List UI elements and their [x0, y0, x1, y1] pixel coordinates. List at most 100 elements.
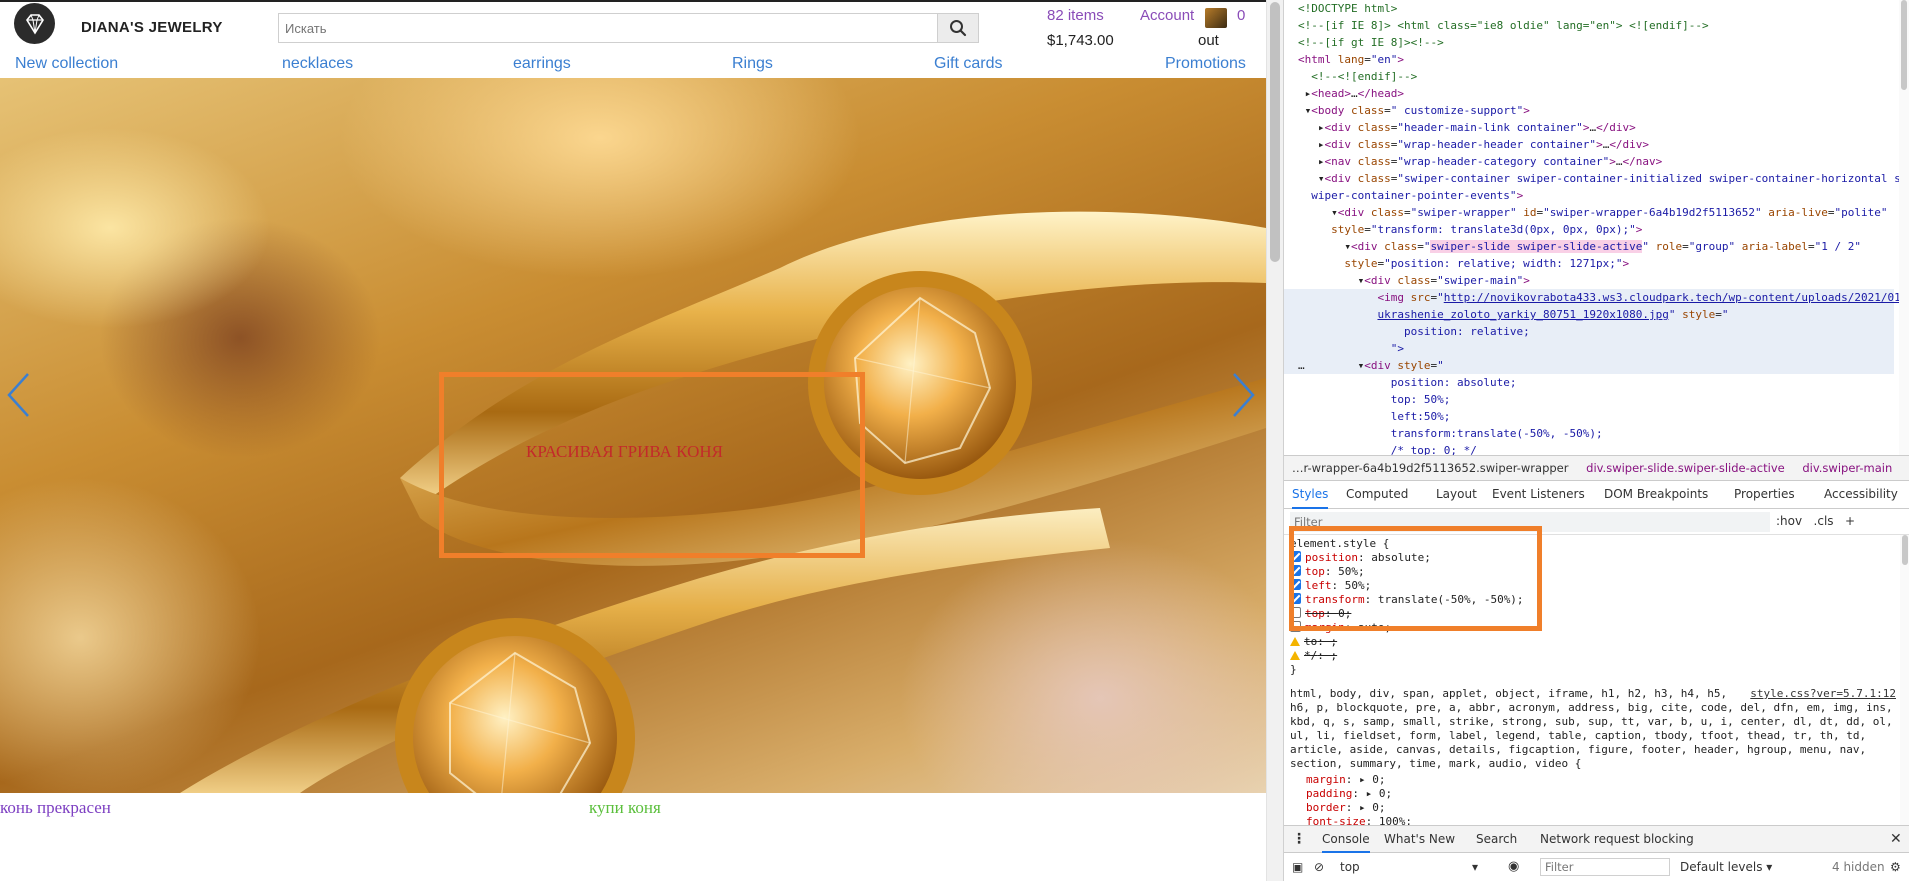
reset-rule-prop[interactable]: border: ▸ 0; — [1306, 801, 1386, 815]
clear-console-icon[interactable]: ⊘ — [1314, 853, 1324, 881]
style-rule-invalid[interactable]: */: ; — [1290, 649, 1337, 663]
hov-toggle[interactable]: :hov — [1776, 514, 1802, 528]
dom-node-line[interactable]: style="position: relative; width: 1271px… — [1284, 255, 1894, 272]
dom-node-line[interactable]: ▸<div class="header-main-link container"… — [1284, 119, 1894, 136]
tab-network-request-blocking[interactable]: Network request blocking — [1540, 826, 1694, 853]
nav-earrings[interactable]: earrings — [513, 55, 571, 73]
styles-scrollbar-thumb[interactable] — [1902, 535, 1908, 565]
avatar[interactable] — [1205, 8, 1227, 28]
dom-node-line[interactable]: ▸<div class="wrap-header-header containe… — [1284, 136, 1894, 153]
dom-node-line[interactable]: transform:translate(-50%, -50%); — [1284, 425, 1894, 442]
gear-icon[interactable]: ⚙ — [1890, 853, 1901, 881]
nav-promotions[interactable]: Promotions — [1165, 55, 1246, 73]
dom-node-line[interactable]: left:50%; — [1284, 408, 1894, 425]
dom-node-line[interactable]: top: 50%; — [1284, 391, 1894, 408]
context-select[interactable]: top ▾ — [1340, 853, 1490, 881]
account-link[interactable]: Account — [1140, 7, 1194, 24]
console-filter-input[interactable]: Filter — [1540, 858, 1670, 876]
dom-node-line[interactable]: <!DOCTYPE html> — [1284, 0, 1894, 17]
search-button[interactable] — [937, 14, 978, 42]
dom-node-line[interactable]: <html lang="en"> — [1284, 51, 1894, 68]
tab-properties[interactable]: Properties — [1734, 481, 1795, 509]
nav-gift-cards[interactable]: Gift cards — [934, 55, 1002, 73]
dom-node-line[interactable]: position: absolute; — [1284, 374, 1894, 391]
dom-node-line[interactable]: ▾<div class="swiper-main"> — [1284, 272, 1894, 289]
dom-node-line[interactable]: <img src="http://novikovrabota433.ws3.cl… — [1284, 289, 1907, 306]
rule-prop[interactable]: font-size — [1306, 815, 1366, 825]
dom-node-line[interactable]: position: relative; — [1284, 323, 1894, 340]
slider-prev-button[interactable] — [6, 372, 32, 423]
rule-value[interactable]: ; — [1331, 649, 1338, 662]
elements-scrollbar-thumb[interactable] — [1901, 0, 1907, 90]
console-toolbar: ▣ ⊘ top ▾ ◉ Filter Default levels ▾ 4 hid… — [1284, 853, 1909, 881]
breadcrumb-item[interactable]: div.swiper-main — [1802, 461, 1892, 475]
rule-prop[interactable]: padding — [1306, 787, 1352, 800]
new-rule-button[interactable]: + — [1845, 514, 1855, 528]
dom-node-line[interactable]: <!--<![endif]--> — [1284, 68, 1894, 85]
rule-prop[interactable]: margin — [1306, 773, 1346, 786]
rule-value[interactable]: ▸ 0; — [1359, 801, 1386, 814]
tab-accessibility[interactable]: Accessibility — [1824, 481, 1898, 509]
dom-node-line[interactable]: "> — [1284, 340, 1894, 357]
rule-prop[interactable]: */ — [1304, 649, 1317, 662]
slide-text-right[interactable]: купи коня — [589, 798, 661, 818]
tab-whats-new[interactable]: What's New — [1384, 826, 1455, 853]
nav-necklaces[interactable]: necklaces — [282, 55, 353, 73]
logout-link[interactable]: out — [1198, 32, 1219, 49]
nav-rings[interactable]: Rings — [732, 55, 773, 73]
dom-node-line[interactable]: ▾<body class=" customize-support"> — [1284, 102, 1894, 119]
dom-node-line[interactable]: wiper-container-pointer-events"> — [1284, 187, 1894, 204]
elements-tree[interactable]: <!DOCTYPE html> <!--[if IE 8]> <html clas… — [1284, 0, 1909, 455]
drawer-menu-icon[interactable]: ⋮ — [1292, 826, 1306, 853]
tab-layout[interactable]: Layout — [1436, 481, 1477, 509]
rule-prop[interactable]: to — [1304, 635, 1317, 648]
dom-node-line[interactable]: … ▾<div style=" — [1284, 357, 1894, 374]
page-scrollbar-thumb[interactable] — [1270, 2, 1280, 262]
sidebar-toggle-icon[interactable]: ▣ — [1292, 853, 1303, 881]
stylesheet-link[interactable]: style.css?ver=5.7.1:12 — [1750, 687, 1896, 700]
rule-value[interactable]: 100%; — [1379, 815, 1412, 825]
search-input[interactable] — [279, 14, 938, 42]
tab-search[interactable]: Search — [1476, 826, 1517, 853]
reset-rule-prop[interactable]: font-size: 100%; — [1306, 815, 1412, 825]
rule-value[interactable]: ▸ 0; — [1359, 773, 1386, 786]
style-rule-invalid[interactable]: to: ; — [1290, 635, 1337, 649]
rule-value[interactable]: ▸ 0; — [1366, 787, 1393, 800]
close-drawer-icon[interactable]: ✕ — [1890, 826, 1902, 853]
dom-node-line[interactable]: ▾<div class="swiper-wrapper" id="swiper-… — [1284, 204, 1894, 221]
nav-new-collection[interactable]: New collection — [15, 55, 118, 73]
page-scrollbar[interactable] — [1266, 0, 1283, 881]
cart-items-count[interactable]: 82 items — [1047, 7, 1104, 24]
chevron-right-icon — [1233, 373, 1255, 417]
eye-icon[interactable]: ◉ — [1508, 853, 1519, 881]
rule-prop[interactable]: border — [1306, 801, 1346, 814]
cls-toggle[interactable]: .cls — [1814, 514, 1834, 528]
dom-node-line[interactable]: ukrashenie_zoloto_yarkiy_80751_1920x1080… — [1284, 306, 1894, 323]
breadcrumb-item[interactable]: …r-wrapper-6a4b19d2f5113652.swiper-wrapp… — [1292, 461, 1568, 475]
reset-rule-prop[interactable]: padding: ▸ 0; — [1306, 787, 1392, 801]
diamond-logo-icon[interactable] — [14, 3, 55, 44]
breadcrumb-item[interactable]: div.swiper-slide.swiper-slide-active — [1586, 461, 1785, 475]
dom-node-line[interactable]: <!--[if IE 8]> <html class="ie8 oldie" l… — [1284, 17, 1894, 34]
slide-text-left: конь прекрасен — [0, 798, 111, 817]
dom-node-line[interactable]: ▸<nav class="wrap-header-category contai… — [1284, 153, 1894, 170]
slider-next-button[interactable] — [1230, 372, 1256, 423]
dom-node-line[interactable]: ▸<head>…</head> — [1284, 85, 1894, 102]
dom-node-line[interactable]: style="transform: translate3d(0px, 0px, … — [1284, 221, 1894, 238]
cart-total[interactable]: $1,743.00 — [1047, 32, 1114, 49]
reset-rule-prop[interactable]: margin: ▸ 0; — [1306, 773, 1386, 787]
log-levels-select[interactable]: Default levels ▾ — [1680, 853, 1772, 881]
dom-node-line[interactable]: <!--[if gt IE 8]><!--> — [1284, 34, 1894, 51]
tab-styles[interactable]: Styles — [1292, 481, 1329, 509]
elements-scrollbar[interactable] — [1899, 0, 1909, 455]
dom-node-line[interactable]: /* top: 0; */ — [1284, 442, 1894, 455]
dom-node-line[interactable]: ▾<div class="swiper-container swiper-con… — [1284, 170, 1901, 187]
tab-console[interactable]: Console — [1322, 826, 1370, 853]
tab-computed[interactable]: Computed — [1346, 481, 1408, 509]
rule-value[interactable]: ; — [1331, 635, 1338, 648]
tab-dom-breakpoints[interactable]: DOM Breakpoints — [1604, 481, 1708, 509]
tab-event-listeners[interactable]: Event Listeners — [1492, 481, 1585, 509]
styles-scrollbar[interactable] — [1900, 535, 1909, 825]
brand-name[interactable]: DIANA'S JEWELRY — [81, 19, 223, 36]
dom-node-line[interactable]: ▾<div class="swiper-slide swiper-slide-a… — [1284, 238, 1894, 255]
